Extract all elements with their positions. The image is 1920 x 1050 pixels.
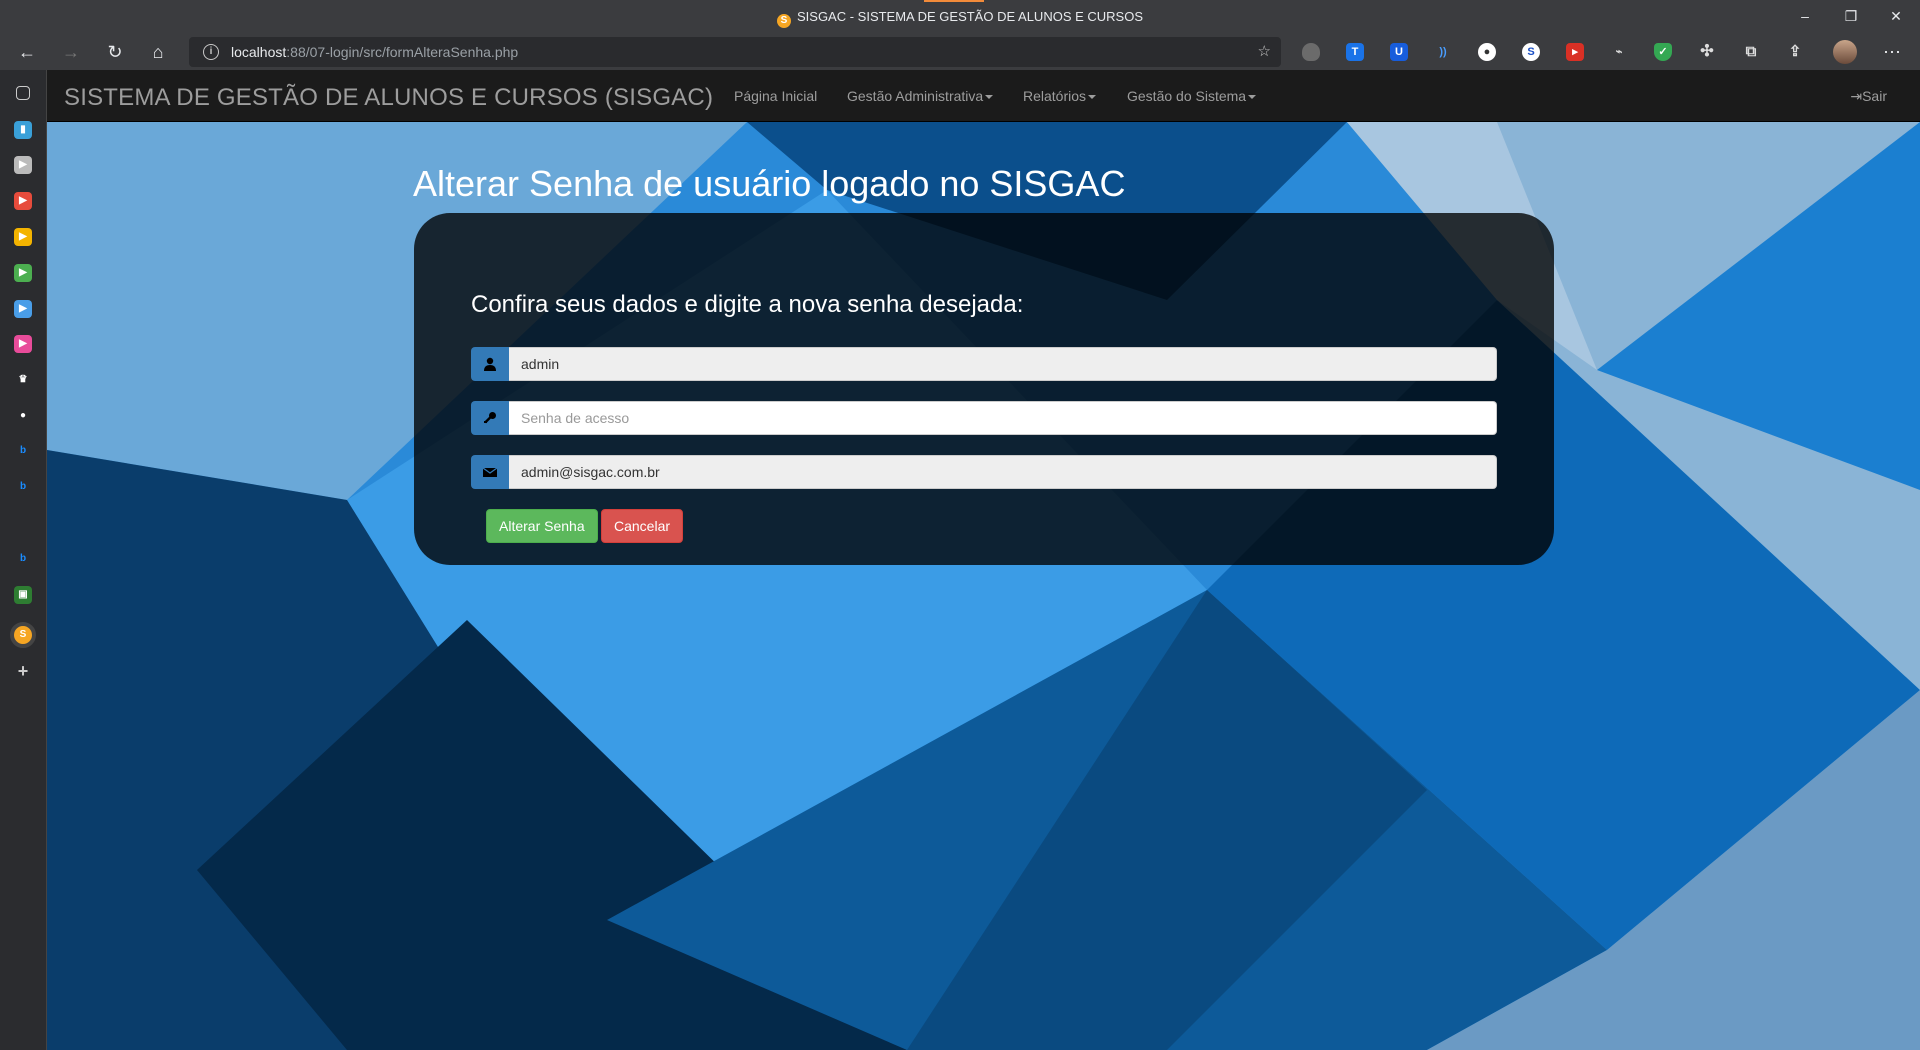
page-title: Alterar Senha de usuário logado no SISGA… [413, 163, 1126, 204]
browser-sidebar: ▮ ▶ ▶ ▶ ▶ ▶ ▶ ♛ ● b b b ▣ S + [0, 70, 47, 1050]
favorites-icon[interactable]: ☆ [1258, 42, 1271, 60]
extension-icon[interactable]: ▸ [1566, 43, 1584, 61]
collections-icon[interactable]: ⧉ [1742, 43, 1760, 61]
password-input[interactable] [509, 401, 1497, 435]
bing-icon[interactable]: b [14, 550, 32, 568]
url-host: localhost [231, 44, 287, 60]
extension-icon[interactable]: ⌁ [1610, 43, 1628, 61]
nav-dropdown-relatorios-label: Relatórios [1023, 88, 1087, 104]
back-icon[interactable]: ← [15, 40, 39, 64]
restore-icon[interactable]: ❐ [1836, 6, 1866, 26]
adblock-icon[interactable]: ✓ [1654, 43, 1672, 61]
site-info-icon[interactable]: i [203, 44, 219, 60]
nav-dropdown-sistema-label: Gestão do Sistema [1127, 88, 1247, 104]
email-field [471, 455, 1497, 489]
nav-dropdown-sistema[interactable]: Gestão do Sistema [1127, 88, 1257, 104]
user-icon [471, 347, 509, 381]
caret-down-icon [1088, 95, 1097, 99]
app-icon[interactable]: ● [14, 407, 32, 425]
bitwarden-icon[interactable]: U [1390, 43, 1408, 61]
bing-icon[interactable]: b [14, 442, 32, 460]
crown-icon[interactable]: ♛ [14, 371, 32, 389]
form-subtitle: Confira seus dados e digite a nova senha… [471, 291, 1024, 318]
site-favicon-icon: S [776, 14, 791, 28]
trello-icon[interactable]: ▮ [14, 121, 32, 139]
app-icon[interactable]: ▶ [14, 335, 32, 353]
username-field [471, 347, 1497, 381]
password-field [471, 401, 1497, 435]
app-icon[interactable]: ▶ [14, 192, 32, 210]
profile-avatar[interactable] [1833, 40, 1857, 64]
app-icon[interactable]: ▶ [14, 300, 32, 318]
browser-toolbar: ← → ↻ ⌂ i localhost:88/07-login/src/form… [0, 33, 1920, 70]
nav-dropdown-administrativa[interactable]: Gestão Administrativa [847, 88, 994, 104]
form-panel: Confira seus dados e digite a nova senha… [414, 213, 1554, 565]
nav-dropdown-administrativa-label: Gestão Administrativa [847, 88, 984, 104]
app-icon[interactable]: ▶ [14, 156, 32, 174]
site-navbar: SISTEMA DE GESTÃO DE ALUNOS E CURSOS (SI… [47, 70, 1920, 122]
navbar-brand[interactable]: SISTEMA DE GESTÃO DE ALUNOS E CURSOS (SI… [64, 84, 713, 112]
close-icon[interactable]: ✕ [1881, 6, 1911, 26]
app-icon[interactable]: ▣ [14, 586, 32, 604]
more-menu-icon[interactable]: ⋯ [1880, 40, 1904, 64]
key-icon [471, 401, 509, 435]
home-icon[interactable]: ⌂ [146, 40, 170, 64]
logout-label: Sair [1862, 88, 1887, 104]
cancel-button[interactable]: Cancelar [601, 509, 684, 543]
app-icon[interactable]: ▶ [14, 228, 32, 246]
reload-icon[interactable]: ↻ [103, 40, 127, 64]
web-page: SISTEMA DE GESTÃO DE ALUNOS E CURSOS (SI… [47, 70, 1920, 1050]
add-icon[interactable]: + [14, 662, 32, 680]
email-input[interactable] [509, 455, 1497, 489]
active-tab-indicator [924, 0, 984, 2]
bing-icon[interactable]: b [14, 478, 32, 496]
extensions-puzzle-icon[interactable]: ✣ [1698, 43, 1716, 61]
minimize-icon[interactable]: – [1790, 6, 1820, 26]
caret-down-icon [1248, 95, 1257, 99]
browser-titlebar: S SISGAC - SISTEMA DE GESTÃO DE ALUNOS E … [0, 0, 1920, 33]
url-path: :88/07-login/src/formAlteraSenha.php [286, 44, 519, 60]
window-title-text: SISGAC - SISTEMA DE GESTÃO DE ALUNOS E C… [796, 9, 1144, 24]
tabs-icon[interactable] [16, 86, 30, 100]
caret-down-icon [985, 95, 994, 99]
extension-icon[interactable]: ● [1478, 43, 1496, 61]
extension-icon[interactable]: T [1346, 43, 1364, 61]
nav-dropdown-relatorios[interactable]: Relatórios [1023, 88, 1097, 104]
change-password-button[interactable]: Alterar Senha [486, 509, 598, 543]
address-bar[interactable]: i localhost:88/07-login/src/formAlteraSe… [189, 37, 1281, 67]
nav-link-home[interactable]: Página Inicial [734, 88, 817, 104]
app-icon[interactable]: ▶ [14, 264, 32, 282]
username-input[interactable] [509, 347, 1497, 381]
logout-link[interactable]: ⇥Sair [1850, 88, 1887, 105]
audio-extension-icon[interactable]: )) [1434, 43, 1452, 61]
forward-icon[interactable]: → [59, 40, 83, 64]
envelope-icon [471, 455, 509, 489]
extension-icon[interactable]: S [1522, 43, 1540, 61]
window-title: S SISGAC - SISTEMA DE GESTÃO DE ALUNOS E … [0, 9, 1920, 28]
share-icon[interactable]: ⇪ [1786, 43, 1804, 61]
address-url[interactable]: localhost:88/07-login/src/formAlteraSenh… [231, 44, 518, 60]
sisgac-favicon-icon[interactable]: S [10, 622, 36, 648]
logout-icon: ⇥ [1850, 88, 1863, 104]
shield-extension-icon[interactable] [1302, 43, 1320, 61]
